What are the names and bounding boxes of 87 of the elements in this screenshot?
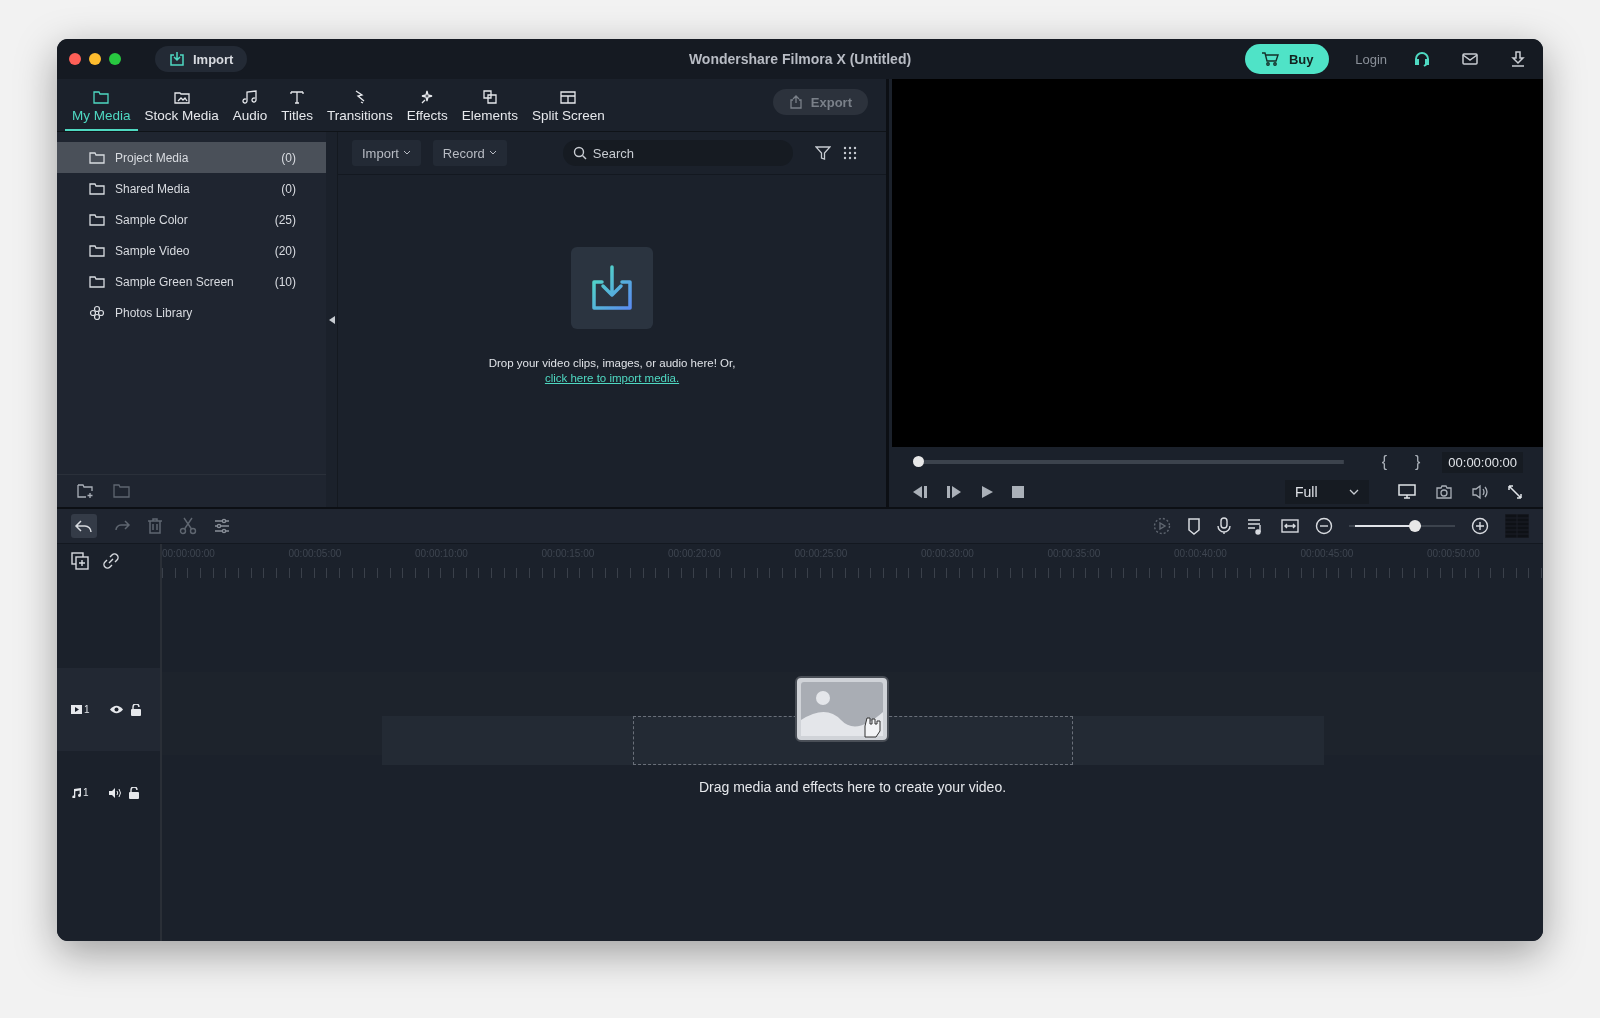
- folder-icon: [92, 89, 111, 105]
- caret-icon: [402, 150, 411, 156]
- folder-icon: [89, 274, 105, 289]
- delete-icon[interactable]: [147, 517, 163, 535]
- link-icon[interactable]: [103, 553, 119, 569]
- search-field[interactable]: Search: [562, 140, 793, 166]
- scrubber-handle[interactable]: [913, 456, 924, 467]
- drop-hint: Drag media and effects here to create your video.: [698, 779, 1007, 795]
- camera-icon[interactable]: [1435, 484, 1453, 500]
- media-tab[interactable]: Titles: [274, 83, 321, 131]
- sidebar-item[interactable]: Shared Media (0): [57, 173, 326, 204]
- close-button[interactable]: [69, 53, 81, 65]
- fit-icon[interactable]: [1281, 518, 1299, 534]
- marker-icon[interactable]: [1187, 517, 1201, 535]
- cart-icon: [1260, 51, 1279, 67]
- login-link[interactable]: Login: [1355, 51, 1387, 67]
- video-track-icon: [71, 705, 82, 714]
- zoom-button[interactable]: [109, 53, 121, 65]
- export-icon: [788, 95, 803, 109]
- caret-icon: [1349, 489, 1359, 495]
- import-dropdown[interactable]: Import: [352, 140, 421, 166]
- music-note-icon: [71, 787, 81, 798]
- media-tab[interactable]: Split Screen: [524, 83, 612, 131]
- eye-icon[interactable]: [109, 705, 123, 714]
- lock-icon[interactable]: [128, 786, 139, 799]
- undo-icon[interactable]: [71, 514, 97, 538]
- media-tab[interactable]: Transitions: [320, 83, 400, 131]
- add-track-icon[interactable]: [71, 552, 89, 570]
- drop-instructions: Drop your video clips, images, or audio here! Or,: [488, 357, 736, 369]
- import-icon: [169, 51, 185, 67]
- track-layout-icon[interactable]: [1505, 514, 1529, 538]
- caret-icon: [488, 150, 497, 156]
- image-folder-icon: [172, 89, 191, 105]
- buy-button[interactable]: Buy: [1245, 44, 1330, 74]
- folder-icon: [89, 212, 105, 227]
- sidebar-item[interactable]: Sample Color (25): [57, 204, 326, 235]
- new-folder-icon[interactable]: [77, 483, 95, 499]
- sidebar-item[interactable]: Sample Video (20): [57, 235, 326, 266]
- minimize-button[interactable]: [89, 53, 101, 65]
- layers-icon: [480, 89, 499, 105]
- step-back-icon[interactable]: [912, 485, 928, 499]
- import-link[interactable]: click here to import media.: [544, 372, 680, 384]
- folder-icon: [89, 150, 105, 165]
- window-title: Wondershare Filmora X (Untitled): [688, 51, 912, 67]
- zoom-in-icon[interactable]: [1471, 517, 1489, 535]
- mail-icon[interactable]: [1461, 50, 1479, 68]
- volume-icon[interactable]: [1471, 484, 1489, 500]
- track-number: 1: [83, 787, 89, 798]
- timecode: 00:00:00:00: [1442, 451, 1523, 473]
- import-icon[interactable]: [571, 247, 653, 329]
- microphone-icon[interactable]: [1217, 517, 1231, 535]
- media-placeholder-icon: [794, 676, 889, 742]
- adjust-icon[interactable]: [213, 517, 231, 535]
- folder-icon: [89, 243, 105, 258]
- sidebar-item[interactable]: Photos Library: [57, 297, 326, 328]
- step-forward-icon[interactable]: [946, 485, 962, 499]
- collapse-icon[interactable]: [328, 315, 335, 324]
- lock-icon[interactable]: [130, 703, 141, 716]
- split-layout-icon: [559, 89, 578, 105]
- zoom-handle[interactable]: [1408, 520, 1421, 532]
- media-tab[interactable]: Elements: [454, 83, 525, 131]
- sidebar-item[interactable]: Sample Green Screen (10): [57, 266, 326, 297]
- scissors-icon[interactable]: [179, 517, 197, 535]
- text-icon: [288, 89, 307, 105]
- mark-in-button[interactable]: {: [1381, 453, 1387, 471]
- folder-icon: [89, 181, 105, 196]
- filter-icon[interactable]: [814, 145, 831, 161]
- record-dropdown[interactable]: Record: [432, 140, 507, 166]
- media-tab[interactable]: Audio: [225, 83, 275, 131]
- import-button[interactable]: Import: [155, 46, 248, 72]
- zoom-out-icon[interactable]: [1315, 517, 1333, 535]
- render-icon[interactable]: [1153, 517, 1171, 535]
- media-tab[interactable]: Effects: [399, 83, 455, 131]
- fullscreen-icon[interactable]: [1507, 484, 1523, 500]
- grid-icon[interactable]: [842, 146, 857, 160]
- track-number: 1: [84, 704, 90, 715]
- speaker-icon[interactable]: [108, 787, 121, 798]
- quality-dropdown[interactable]: Full: [1285, 480, 1369, 504]
- flower-icon: [89, 304, 105, 321]
- play-icon[interactable]: [980, 485, 994, 499]
- headset-icon[interactable]: [1413, 50, 1431, 68]
- mark-out-button[interactable]: }: [1414, 453, 1421, 471]
- monitor-icon[interactable]: [1397, 483, 1417, 501]
- download-icon[interactable]: [1509, 50, 1527, 68]
- media-tab[interactable]: Stock Media: [137, 83, 226, 131]
- sidebar-item[interactable]: Project Media (0): [57, 142, 326, 173]
- music-note-icon: [241, 89, 260, 105]
